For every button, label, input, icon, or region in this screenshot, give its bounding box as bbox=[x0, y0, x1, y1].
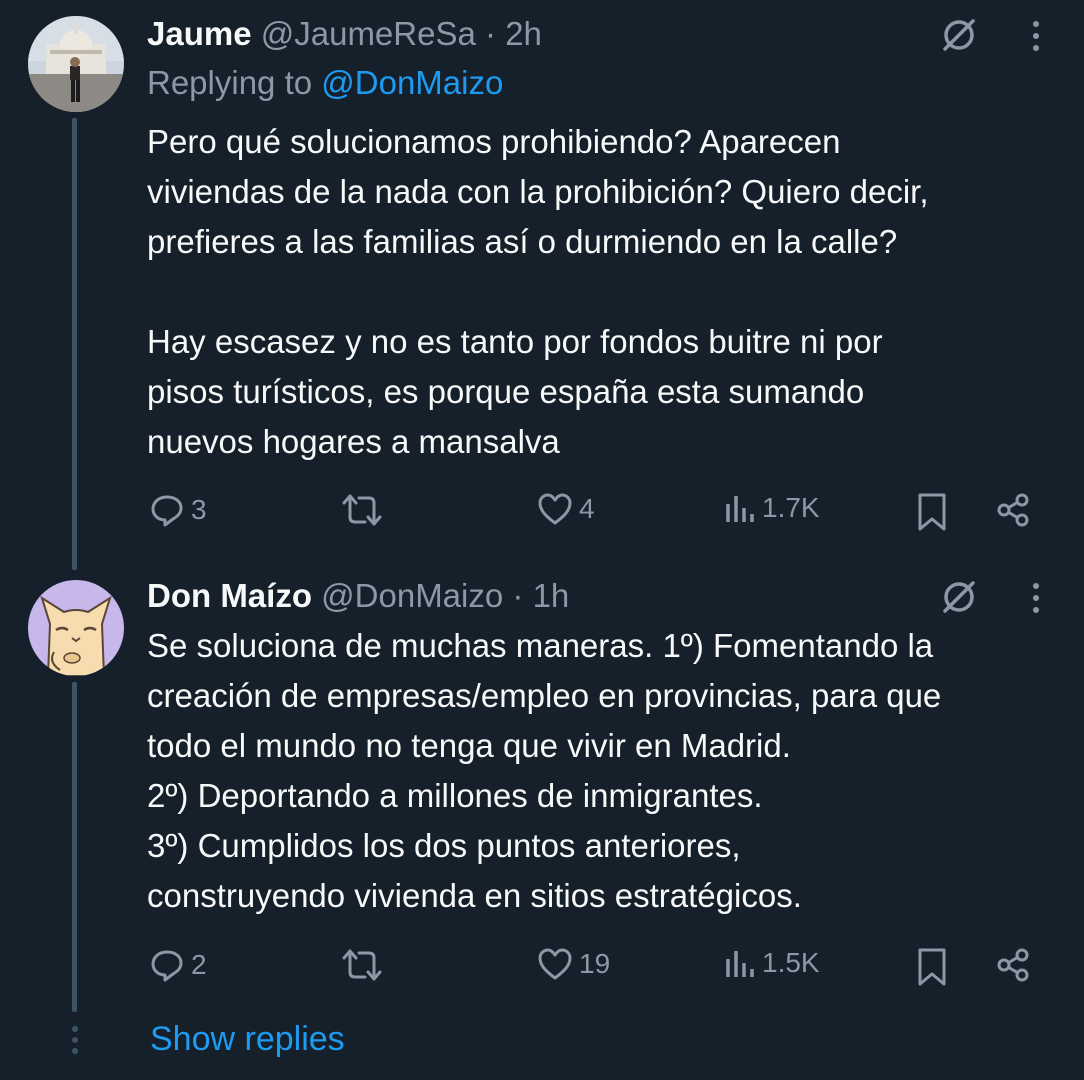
thread-line bbox=[72, 118, 77, 570]
replying-handle-link[interactable]: @DonMaizo bbox=[321, 64, 503, 101]
text-line: creación de empresas/empleo en provincia… bbox=[147, 677, 942, 714]
separator-dot: · bbox=[485, 15, 497, 52]
thread-line bbox=[72, 682, 77, 1012]
handle[interactable]: @DonMaizo bbox=[321, 577, 503, 614]
like-button[interactable]: 19 bbox=[537, 947, 610, 981]
retweet-button[interactable] bbox=[341, 492, 383, 528]
text-line: nuevos hogares a mansalva bbox=[147, 423, 560, 460]
bookmark-button[interactable] bbox=[916, 947, 948, 987]
thread-dots-icon bbox=[70, 1025, 80, 1060]
text-line: pisos turísticos, es porque españa esta … bbox=[147, 373, 865, 410]
views-icon bbox=[726, 496, 754, 522]
avatar[interactable] bbox=[28, 16, 124, 112]
bookmark-button[interactable] bbox=[916, 492, 948, 532]
handle[interactable]: @JaumeReSa bbox=[261, 15, 476, 52]
timestamp[interactable]: 2h bbox=[505, 15, 542, 52]
like-icon bbox=[538, 948, 572, 980]
views-icon bbox=[726, 951, 754, 977]
views-count: 1.5K bbox=[762, 947, 820, 978]
reply-button[interactable]: 2 bbox=[149, 947, 207, 983]
bookmark-icon bbox=[918, 948, 946, 986]
reply-icon bbox=[151, 495, 183, 527]
action-bar: 2 19 1.5K bbox=[147, 947, 1047, 987]
like-count: 4 bbox=[579, 493, 595, 524]
replying-to: Replying to @DonMaizo bbox=[147, 64, 503, 102]
text-line: prefieres a las familias así o durmiendo… bbox=[147, 223, 898, 260]
tweet-header: Jaume @JaumeReSa · 2h bbox=[147, 14, 542, 54]
views-count: 1.7K bbox=[762, 492, 820, 523]
retweet-button[interactable] bbox=[341, 947, 383, 983]
text-line: viviendas de la nada con la prohibición?… bbox=[147, 173, 929, 210]
text-line: todo el mundo no tenga que vivir en Madr… bbox=[147, 727, 791, 764]
views-button[interactable]: 1.7K bbox=[724, 492, 820, 524]
like-count: 19 bbox=[579, 948, 611, 979]
timestamp[interactable]: 1h bbox=[533, 577, 570, 614]
tweet-text: Pero qué solucionamos prohibiendo? Apare… bbox=[147, 117, 1067, 467]
text-line: Pero qué solucionamos prohibiendo? Apare… bbox=[147, 123, 841, 160]
text-line: construyendo vivienda en sitios estratég… bbox=[147, 877, 802, 914]
reply-count: 3 bbox=[191, 494, 207, 525]
replying-prefix: Replying to bbox=[147, 64, 322, 101]
more-icon[interactable] bbox=[1030, 580, 1042, 621]
avatar[interactable] bbox=[28, 580, 124, 676]
share-icon bbox=[997, 948, 1029, 982]
like-button[interactable]: 4 bbox=[537, 492, 595, 526]
text-line: 2º) Deportando a millones de inmigrantes… bbox=[147, 777, 763, 814]
more-icon[interactable] bbox=[1030, 18, 1042, 59]
retweet-icon bbox=[342, 494, 382, 526]
grok-icon[interactable] bbox=[940, 578, 978, 621]
bookmark-icon bbox=[918, 493, 946, 531]
grok-icon[interactable] bbox=[940, 16, 978, 59]
separator-dot: · bbox=[512, 577, 524, 614]
share-button[interactable] bbox=[995, 492, 1031, 528]
reply-count: 2 bbox=[191, 949, 207, 980]
display-name[interactable]: Jaume bbox=[147, 15, 252, 52]
like-icon bbox=[538, 493, 572, 525]
show-replies-link[interactable]: Show replies bbox=[150, 1020, 345, 1059]
share-button[interactable] bbox=[995, 947, 1031, 983]
retweet-icon bbox=[342, 949, 382, 981]
text-line: Hay escasez y no es tanto por fondos bui… bbox=[147, 323, 883, 360]
tweet-text: Se soluciona de muchas maneras. 1º) Fome… bbox=[147, 621, 1067, 921]
display-name[interactable]: Don Maízo bbox=[147, 577, 312, 614]
tweet-header: Don Maízo @DonMaizo · 1h bbox=[147, 576, 569, 616]
reply-icon bbox=[151, 950, 183, 982]
reply-button[interactable]: 3 bbox=[149, 492, 207, 528]
action-bar: 3 4 1.7K bbox=[147, 492, 1047, 532]
text-line: 3º) Cumplidos los dos puntos anteriores, bbox=[147, 827, 741, 864]
views-button[interactable]: 1.5K bbox=[724, 947, 820, 979]
text-line: Se soluciona de muchas maneras. 1º) Fome… bbox=[147, 627, 934, 664]
share-icon bbox=[997, 493, 1029, 527]
